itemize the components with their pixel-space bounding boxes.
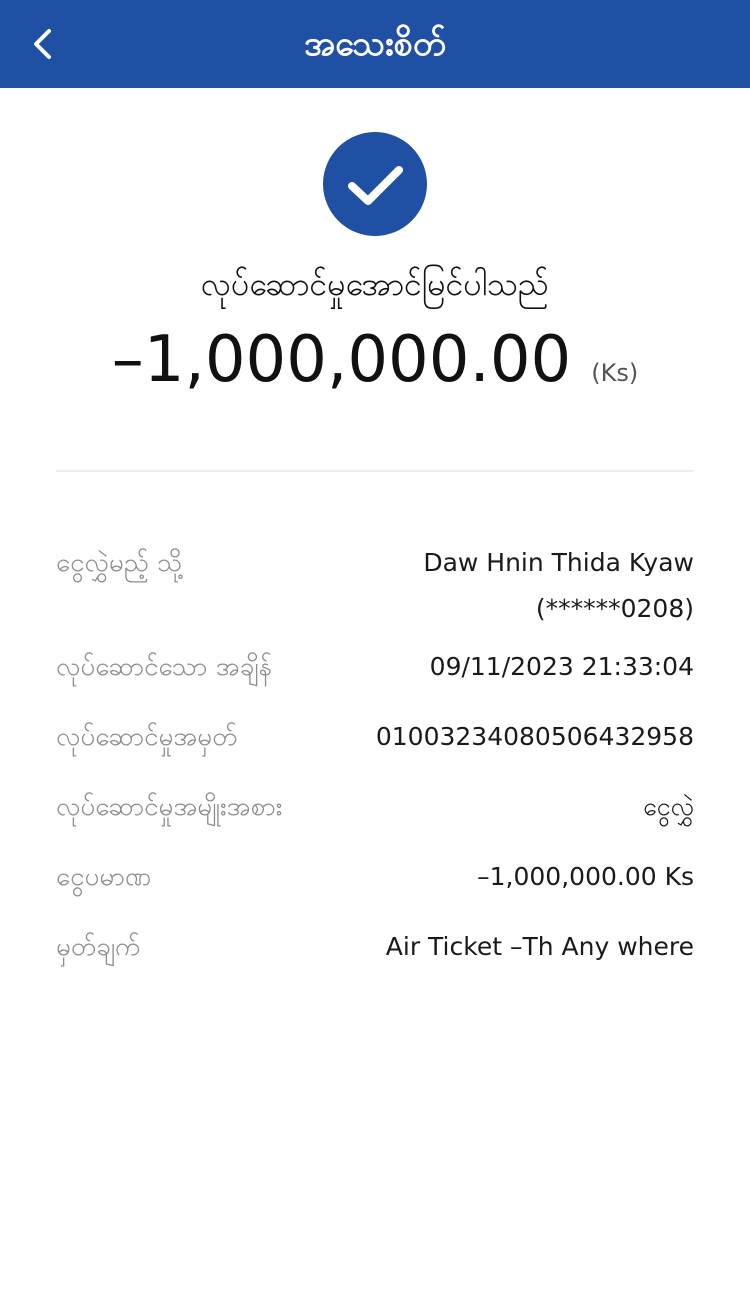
detail-label-transaction-id: လုပ်ဆောင်မှုအမှတ် bbox=[56, 722, 238, 752]
page-title: အသေးစိတ် bbox=[303, 24, 447, 64]
check-circle-icon bbox=[323, 132, 427, 236]
top-app-bar: အသေးစိတ် bbox=[0, 0, 750, 88]
detail-value-time: 09/11/2023 21:33:04 bbox=[429, 652, 694, 681]
detail-label-recipient: ငွေလွှဲမည့် သို့ bbox=[56, 548, 183, 578]
detail-row-transaction-id: လုပ်ဆောင်မှုအမှတ် 01003234080506432958 bbox=[56, 714, 694, 760]
detail-label-amount: ငွေပမာဏ bbox=[56, 862, 152, 892]
detail-label-transaction-type: လုပ်ဆောင်မှုအမျိုးအစား bbox=[56, 792, 283, 822]
detail-row-note: မှတ်ချက် Air Ticket –Th Any where bbox=[56, 924, 694, 970]
detail-value-transaction-type: ငွေလွှဲ bbox=[643, 792, 694, 821]
detail-row-recipient: ငွေလွှဲမည့် သို့ Daw Hnin Thida Kyaw (**… bbox=[56, 540, 694, 634]
detail-row-amount: ငွေပမာဏ –1,000,000.00 Ks bbox=[56, 854, 694, 900]
recipient-account: (******0208) bbox=[535, 594, 694, 623]
detail-label-note: မှတ်ချက် bbox=[56, 932, 141, 962]
detail-value-note: Air Ticket –Th Any where bbox=[385, 932, 694, 961]
detail-value-amount: –1,000,000.00 Ks bbox=[477, 862, 694, 891]
detail-value-transaction-id: 01003234080506432958 bbox=[375, 722, 694, 751]
detail-value-recipient: Daw Hnin Thida Kyaw (******0208) bbox=[423, 540, 694, 632]
transaction-status-text: လုပ်ဆောင်မှုအောင်မြင်ပါသည် bbox=[201, 265, 549, 303]
amount-value: –1,000,000.00 bbox=[111, 323, 572, 397]
recipient-name: Daw Hnin Thida Kyaw bbox=[423, 548, 694, 577]
detail-label-time: လုပ်ဆောင်သော အချိန် bbox=[56, 652, 272, 682]
detail-row-time: လုပ်ဆောင်သော အချိန် 09/11/2023 21:33:04 bbox=[56, 644, 694, 690]
amount-currency: (Ks) bbox=[591, 359, 639, 387]
detail-row-transaction-type: လုပ်ဆောင်မှုအမျိုးအစား ငွေလွှဲ bbox=[56, 784, 694, 830]
amount-display: –1,000,000.00 (Ks) bbox=[0, 318, 750, 402]
divider bbox=[56, 470, 694, 472]
